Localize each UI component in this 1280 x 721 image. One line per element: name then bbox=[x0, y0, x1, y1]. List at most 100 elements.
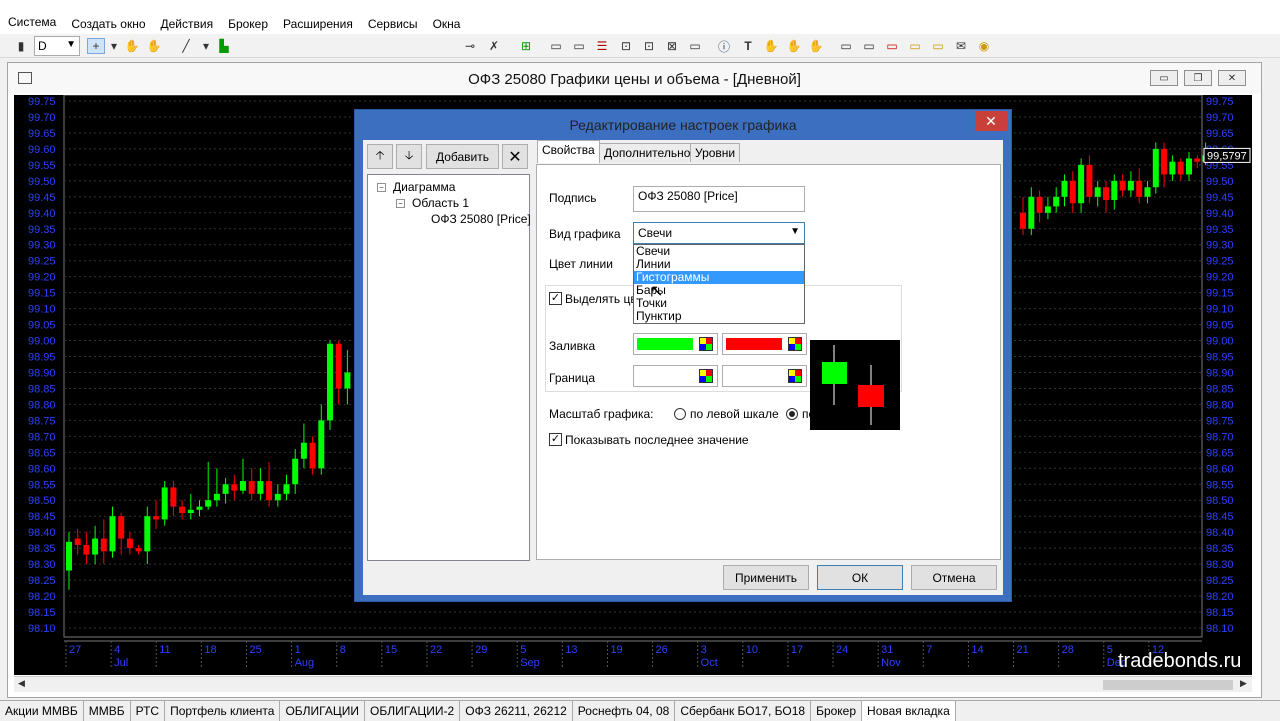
scale-right-radio[interactable] bbox=[786, 408, 798, 420]
candle-body bbox=[213, 493, 220, 501]
line-tool-icon[interactable]: ╱ bbox=[178, 38, 194, 54]
key-icon[interactable]: ⊸ bbox=[462, 38, 478, 54]
mail-icon[interactable]: ✉ bbox=[953, 38, 969, 54]
scroll-right-icon[interactable]: ▶ bbox=[1240, 678, 1247, 689]
x-month-label: Jul bbox=[114, 657, 128, 669]
collapse-icon[interactable]: − bbox=[377, 183, 386, 192]
window-icon[interactable]: ▭ bbox=[687, 38, 703, 54]
fill-up-color[interactable] bbox=[633, 333, 718, 355]
hand-icon[interactable]: ✋ bbox=[124, 38, 140, 54]
tab-advanced[interactable]: Дополнительно bbox=[599, 143, 696, 162]
add-button[interactable]: Добавить bbox=[426, 144, 499, 169]
move-up-button[interactable]: 🡡 bbox=[367, 144, 393, 169]
show-last-value-checkbox[interactable]: ✓ bbox=[549, 433, 562, 446]
info-icon[interactable]: ⓘ bbox=[716, 38, 732, 54]
hand-icon[interactable]: ✋ bbox=[786, 38, 802, 54]
palette-icon[interactable] bbox=[699, 337, 713, 351]
table-icon[interactable]: ☰ bbox=[594, 38, 610, 54]
close-icon: ✕ bbox=[508, 148, 522, 166]
window-edit-icon[interactable]: ▭ bbox=[861, 38, 877, 54]
tab-bonds-2[interactable]: ОБЛИГАЦИИ-2 bbox=[365, 701, 461, 721]
arrow-down-icon: 🡣 bbox=[404, 148, 414, 162]
window-search-icon[interactable]: ⊡ bbox=[618, 38, 634, 54]
move-down-button[interactable]: 🡣 bbox=[396, 144, 422, 169]
menu-windows[interactable]: Окна bbox=[433, 17, 461, 31]
collapse-icon[interactable]: − bbox=[396, 199, 405, 208]
dialog-close-button[interactable]: ✕ bbox=[975, 111, 1007, 131]
y-tick-right: 98.70 bbox=[1206, 431, 1234, 443]
tree-item-area[interactable]: Область 1 bbox=[412, 196, 469, 210]
scrollbar-thumb[interactable] bbox=[1103, 680, 1233, 690]
menu-create-window[interactable]: Создать окно bbox=[71, 17, 145, 31]
tab-bonds[interactable]: ОБЛИГАЦИИ bbox=[280, 701, 366, 721]
menu-services[interactable]: Сервисы bbox=[368, 17, 418, 31]
bars-icon[interactable]: ▙ bbox=[216, 38, 232, 54]
caption-input[interactable]: ОФЗ 25080 [Price] bbox=[633, 186, 805, 212]
window-close-icon[interactable]: ⊠ bbox=[664, 38, 680, 54]
highlight-checkbox[interactable]: ✓ bbox=[549, 292, 562, 305]
candle-body bbox=[1028, 196, 1035, 229]
chart-type-select[interactable]: Свечи ▼ bbox=[633, 222, 805, 244]
tab-broker[interactable]: Брокер bbox=[811, 701, 863, 721]
y-tick-right: 99.00 bbox=[1206, 336, 1234, 348]
window-alert-icon[interactable]: ▭ bbox=[884, 38, 900, 54]
close-button[interactable]: ✕ bbox=[1218, 70, 1246, 86]
menu-extensions[interactable]: Расширения bbox=[283, 17, 353, 31]
tree-item-series[interactable]: ОФЗ 25080 [Price] bbox=[431, 212, 531, 226]
y-tick-left: 98.65 bbox=[28, 447, 56, 459]
restore-button[interactable]: ❐ bbox=[1184, 70, 1212, 86]
delete-key-icon[interactable]: ✗ bbox=[486, 38, 502, 54]
minimize-button[interactable]: ▭ bbox=[1150, 70, 1178, 86]
chevron-down-icon[interactable]: ▾ bbox=[198, 38, 214, 54]
cancel-button[interactable]: Отмена bbox=[911, 565, 997, 590]
hand-drag-icon[interactable]: ✋ bbox=[146, 38, 162, 54]
tab-client-portfolio[interactable]: Портфель клиента bbox=[165, 701, 281, 721]
horizontal-scrollbar[interactable]: ◀ ▶ bbox=[14, 676, 1252, 692]
ok-button[interactable]: ОК bbox=[817, 565, 903, 590]
palette-icon[interactable] bbox=[788, 369, 802, 383]
add-window-icon[interactable]: ⊞ bbox=[518, 38, 534, 54]
crosshair-icon[interactable]: + bbox=[87, 38, 105, 54]
window-icon[interactable]: ▭ bbox=[838, 38, 854, 54]
palette-icon[interactable] bbox=[788, 337, 802, 351]
x-tick-label: 8 bbox=[340, 644, 346, 656]
tab-levels[interactable]: Уровни bbox=[690, 143, 741, 162]
window-coin-icon[interactable]: ▭ bbox=[907, 38, 923, 54]
y-tick-left: 98.80 bbox=[28, 399, 56, 411]
tab-properties[interactable]: Свойства bbox=[537, 140, 600, 163]
window-icon[interactable]: ▭ bbox=[571, 38, 587, 54]
scale-left-radio[interactable] bbox=[674, 408, 686, 420]
window-icon[interactable]: ▭ bbox=[548, 38, 564, 54]
menu-broker[interactable]: Брокер bbox=[228, 17, 268, 31]
apply-button[interactable]: Применить bbox=[723, 565, 809, 590]
chevron-down-icon[interactable]: ▾ bbox=[106, 38, 122, 54]
border-down-color[interactable] bbox=[722, 365, 807, 387]
palette-icon[interactable] bbox=[699, 369, 713, 383]
menu-system[interactable]: Система bbox=[8, 15, 56, 29]
tab-new[interactable]: Новая вкладка bbox=[862, 701, 956, 721]
hand-icon[interactable]: ✋ bbox=[808, 38, 824, 54]
tab-micex[interactable]: ММВБ bbox=[84, 701, 131, 721]
hand-icon[interactable]: ✋ bbox=[763, 38, 779, 54]
caption-label: Подпись bbox=[549, 191, 597, 205]
remove-button[interactable]: ✕ bbox=[502, 144, 528, 169]
y-tick-left: 98.25 bbox=[28, 575, 56, 587]
scroll-left-icon[interactable]: ◀ bbox=[18, 678, 25, 689]
option-dashed[interactable]: Пунктир bbox=[634, 310, 804, 323]
window-search-icon[interactable]: ⊡ bbox=[641, 38, 657, 54]
tab-sberbank[interactable]: Сбербанк БО17, БО18 bbox=[675, 701, 812, 721]
tab-stocks-micex[interactable]: Акции ММВБ bbox=[0, 701, 84, 721]
tab-rts[interactable]: РТС bbox=[131, 701, 166, 721]
chart-type-value: Свечи bbox=[638, 226, 673, 240]
window-coin-icon[interactable]: ▭ bbox=[930, 38, 946, 54]
tab-ofz[interactable]: ОФЗ 26211, 26212 bbox=[460, 701, 573, 721]
tab-rosneft[interactable]: Роснефть 04, 08 bbox=[573, 701, 676, 721]
border-up-color[interactable] bbox=[633, 365, 718, 387]
menu-actions[interactable]: Действия bbox=[161, 17, 214, 31]
interval-select[interactable]: D ▼ bbox=[34, 36, 80, 56]
text-icon[interactable]: T bbox=[740, 38, 756, 54]
coins-icon[interactable]: ◉ bbox=[976, 38, 992, 54]
chart-icon[interactable]: ▮ bbox=[13, 38, 29, 54]
fill-down-color[interactable] bbox=[722, 333, 807, 355]
tree-item-diagram[interactable]: Диаграмма bbox=[393, 180, 455, 194]
